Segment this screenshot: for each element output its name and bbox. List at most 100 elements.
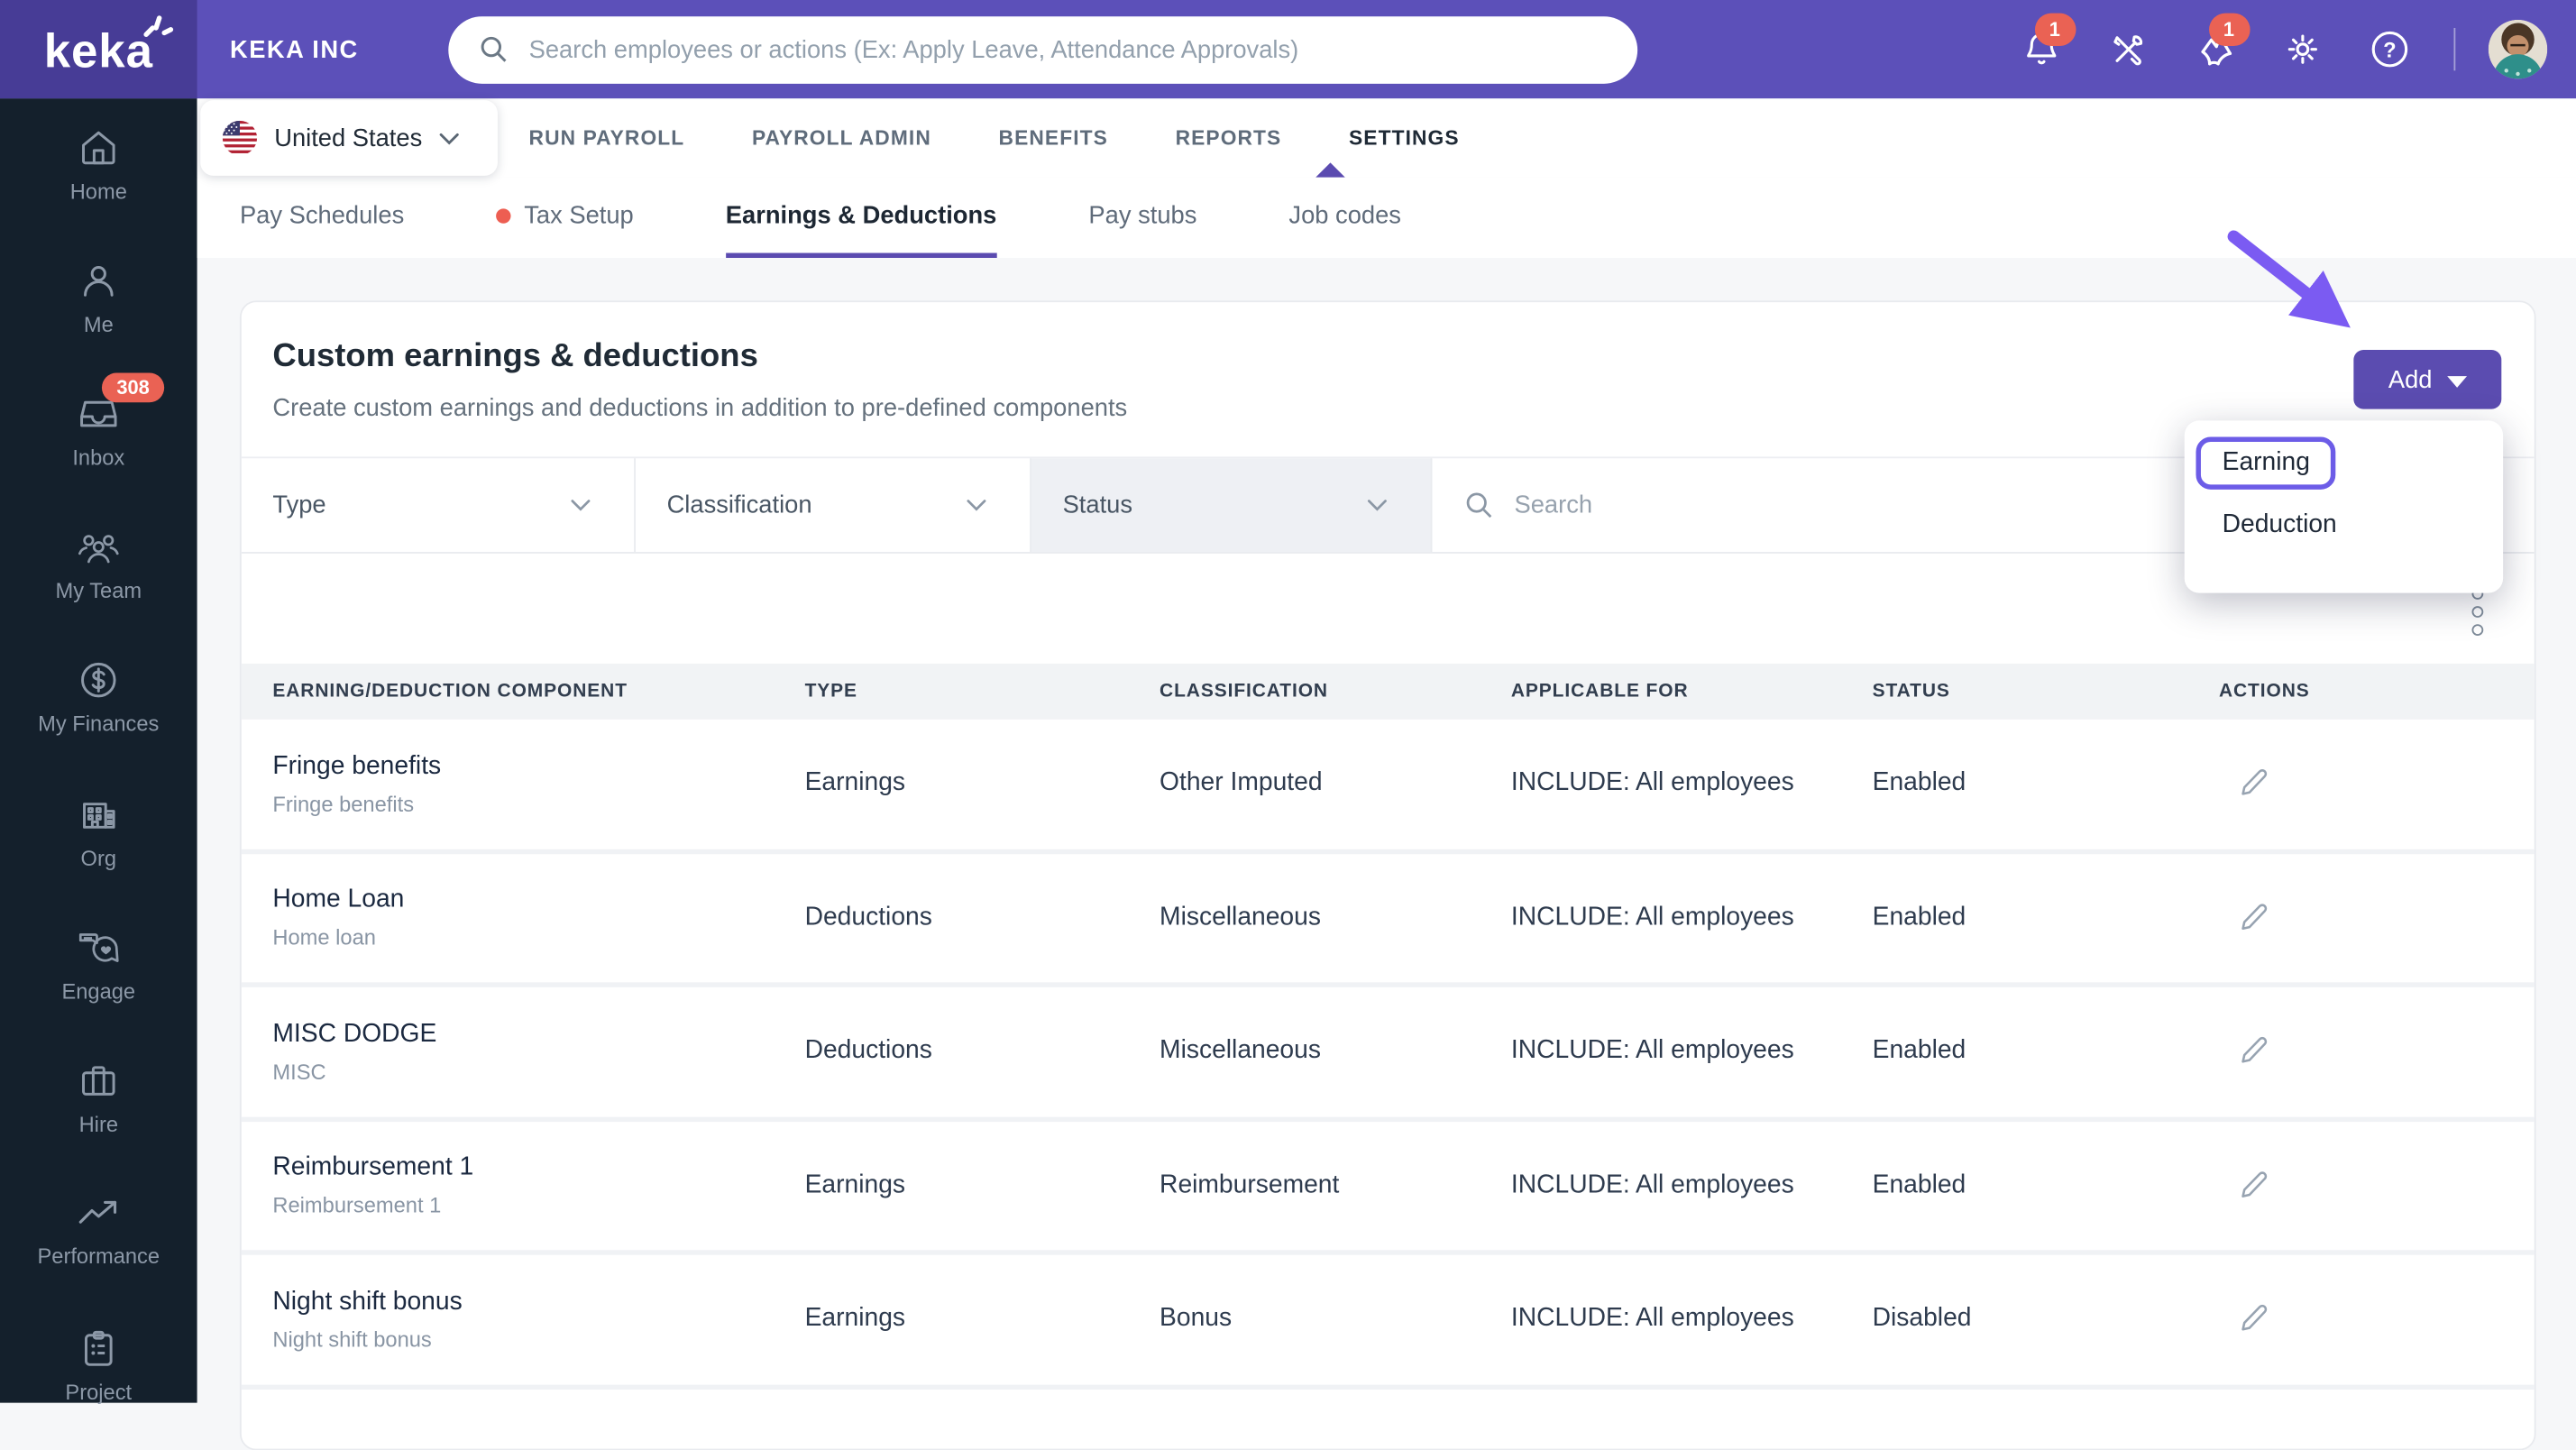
component-name: Home Loan: [272, 886, 405, 914]
component-cell: Reimbursement 1 Reimbursement 1: [272, 1153, 804, 1217]
add-caret-icon: [2446, 375, 2467, 387]
whats-new-button[interactable]: 1: [2172, 0, 2260, 98]
help-button[interactable]: ?: [2346, 0, 2434, 98]
status-cell: Disabled: [1872, 1304, 1972, 1333]
sidebar-label-my-finances: My Finances: [38, 711, 160, 737]
table-row: Reimbursement 1 Reimbursement 1 Earnings…: [241, 1121, 2535, 1255]
clipboard-icon: [85, 1330, 113, 1366]
inbox-count-badge: 308: [101, 372, 165, 403]
sidebar-item-inbox[interactable]: 308 Inbox: [0, 372, 197, 470]
component-cell: Night shift bonus Night shift bonus: [272, 1288, 804, 1352]
applicable-cell: INCLUDE: All employees: [1510, 1036, 1794, 1065]
classification-cell: Miscellaneous: [1160, 1036, 1321, 1065]
keka-logo[interactable]: keka: [0, 0, 197, 99]
type-filter[interactable]: Type: [242, 458, 636, 553]
classification-filter[interactable]: Classification: [636, 458, 1031, 553]
sidebar-item-org[interactable]: Org: [0, 794, 197, 871]
admin-tools-button[interactable]: [2086, 0, 2173, 98]
country-selector[interactable]: United States: [200, 100, 498, 176]
subtab-pay-schedules[interactable]: Pay Schedules: [240, 178, 404, 258]
chevron-down-icon: [571, 500, 591, 511]
sidebar-label-engage: Engage: [61, 978, 136, 1004]
svg-text:?: ?: [2383, 40, 2396, 63]
edit-pencil-icon[interactable]: [2239, 902, 2535, 934]
dollar-circle-icon: [81, 662, 116, 698]
sidebar-item-project[interactable]: Project: [0, 1327, 197, 1404]
team-icon: [78, 535, 119, 564]
status-cell: Enabled: [1872, 903, 1966, 931]
col-actions: ACTIONS: [2218, 681, 2310, 702]
sidebar-item-performance[interactable]: Performance: [0, 1194, 197, 1268]
add-button-label: Add: [2388, 365, 2433, 394]
classification-cell: Reimbursement: [1160, 1170, 1340, 1199]
col-type: TYPE: [804, 681, 857, 702]
table-row: Fringe benefits Fringe benefits Earnings…: [241, 720, 2535, 854]
person-icon: [84, 266, 114, 297]
component-name: MISC DODGE: [272, 1019, 437, 1048]
component-code: Night shift bonus: [272, 1326, 432, 1352]
sidebar-item-me[interactable]: Me: [0, 260, 197, 337]
edit-pencil-icon[interactable]: [2239, 767, 2535, 800]
sidebar-label-org: Org: [80, 846, 117, 871]
country-name: United States: [274, 124, 423, 152]
component-cell: Fringe benefits Fringe benefits: [272, 752, 804, 816]
org-building-icon: [83, 803, 115, 829]
tax-setup-alert-dot: [496, 207, 511, 223]
sidebar-item-home[interactable]: Home: [0, 126, 197, 204]
global-search[interactable]: [448, 15, 1638, 83]
sidebar-label-my-team: My Team: [55, 578, 142, 603]
component-cell: Home Loan Home loan: [272, 886, 804, 950]
type-cell: Deductions: [804, 903, 932, 931]
global-search-input[interactable]: [525, 33, 1609, 65]
edit-pencil-icon[interactable]: [2239, 1035, 2535, 1068]
sidebar-item-my-finances[interactable]: My Finances: [0, 658, 197, 736]
search-icon: [1466, 492, 1492, 519]
chevron-down-icon: [1367, 500, 1387, 511]
settings-subnav: Pay Schedules Tax Setup Earnings & Deduc…: [197, 177, 2576, 258]
add-dropdown-menu: Earning Deduction: [2184, 420, 2504, 593]
status-cell: Enabled: [1872, 1170, 1966, 1199]
sidebar-item-engage[interactable]: Engage: [0, 926, 197, 1004]
type-cell: Earnings: [804, 768, 906, 797]
component-code: Fringe benefits: [272, 791, 415, 816]
tab-reports[interactable]: REPORTS: [1176, 126, 1282, 150]
status-filter-label: Status: [1062, 491, 1133, 519]
tab-run-payroll[interactable]: RUN PAYROLL: [529, 126, 685, 150]
applicable-cell: INCLUDE: All employees: [1510, 1170, 1794, 1199]
sidebar-item-my-team[interactable]: My Team: [0, 526, 197, 603]
module-navbar: United States RUN PAYROLL PAYROLL ADMIN …: [197, 98, 2576, 178]
tab-payroll-admin[interactable]: PAYROLL ADMIN: [752, 126, 931, 150]
edit-pencil-icon[interactable]: [2239, 1170, 2535, 1202]
component-code: MISC: [272, 1059, 326, 1084]
subtab-pay-stubs[interactable]: Pay stubs: [1088, 178, 1196, 258]
us-flag-icon: [222, 120, 258, 156]
tab-settings[interactable]: SETTINGS: [1349, 126, 1460, 150]
status-filter[interactable]: Status: [1031, 458, 1433, 553]
gear-icon: [2287, 34, 2318, 64]
menu-item-earning[interactable]: Earning: [2196, 436, 2337, 490]
subtab-job-codes[interactable]: Job codes: [1288, 178, 1401, 258]
sidebar-label-me: Me: [83, 312, 114, 337]
sidebar-item-hire[interactable]: Hire: [0, 1060, 197, 1137]
user-avatar[interactable]: [2487, 19, 2547, 79]
notifications-button[interactable]: 1: [1998, 0, 2086, 98]
edit-pencil-icon[interactable]: [2239, 1303, 2535, 1335]
subtab-tax-setup[interactable]: Tax Setup: [496, 178, 634, 258]
menu-item-deduction[interactable]: Deduction: [2223, 511, 2503, 541]
type-filter-label: Type: [272, 491, 326, 519]
table-search-input[interactable]: [1510, 489, 2011, 521]
status-cell: Enabled: [1872, 1036, 1966, 1065]
more-options-kebab-icon[interactable]: [2471, 588, 2484, 636]
notifications-badge: 1: [2034, 13, 2076, 47]
sidebar: Home Me 308 Inbox My Team My Finances Or…: [0, 98, 197, 1404]
component-code: Home loan: [272, 925, 376, 950]
table-header: EARNING/DEDUCTION COMPONENT TYPE CLASSIF…: [241, 663, 2535, 720]
tab-benefits[interactable]: BENEFITS: [999, 126, 1108, 150]
add-button[interactable]: Add: [2353, 350, 2502, 409]
subtab-tax-setup-label: Tax Setup: [524, 201, 634, 230]
settings-button[interactable]: [2260, 0, 2347, 98]
sidebar-label-inbox: Inbox: [72, 445, 125, 470]
avatar-image: [2487, 19, 2547, 79]
keka-logo-text: keka: [43, 25, 153, 78]
subtab-earnings-deductions[interactable]: Earnings & Deductions: [725, 178, 997, 258]
